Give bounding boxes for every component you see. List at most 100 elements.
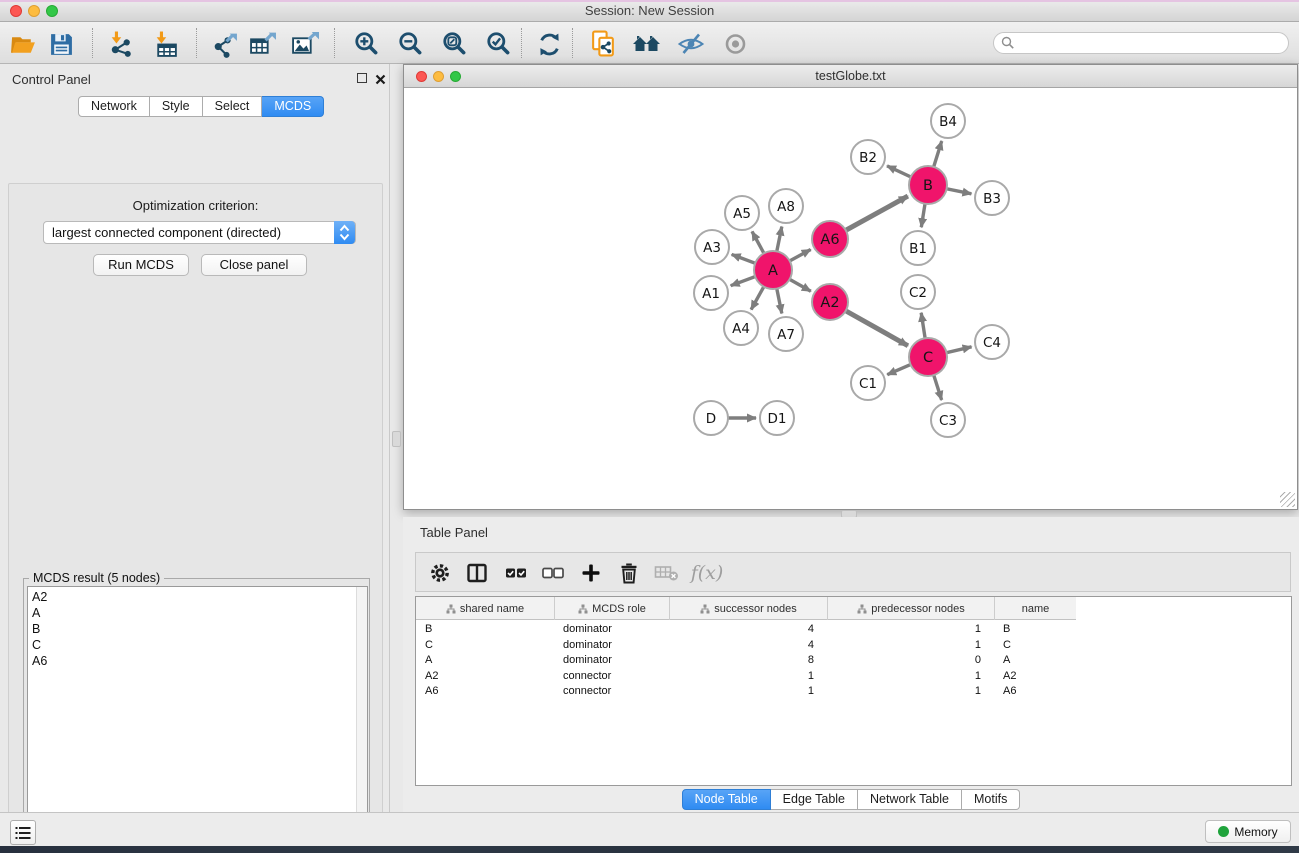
graph-node-B1[interactable]: B1	[901, 231, 935, 265]
graph-node-A1[interactable]: A1	[694, 276, 728, 310]
select-all-columns-icon[interactable]	[503, 560, 529, 586]
table-row-A6[interactable]: A6connector11A6	[416, 684, 1076, 700]
result-item-A[interactable]: A	[32, 605, 367, 621]
result-item-B[interactable]: B	[32, 621, 367, 637]
delete-columns-icon[interactable]	[616, 560, 642, 586]
column-header-predecessor-nodes[interactable]: predecessor nodes	[827, 597, 994, 620]
desktop-background-strip	[0, 846, 1299, 853]
optimization-criterion-dropdown[interactable]: largest connected component (directed)	[43, 221, 356, 244]
vertical-splitter-grip[interactable]	[392, 431, 401, 447]
create-column-icon[interactable]	[578, 560, 604, 586]
unselect-all-columns-icon[interactable]	[540, 560, 566, 586]
graph-node-A3[interactable]: A3	[695, 230, 729, 264]
graph-node-C1[interactable]: C1	[851, 366, 885, 400]
open-session-icon[interactable]	[8, 29, 38, 59]
zoom-selected-icon[interactable]	[484, 29, 514, 59]
network-canvas[interactable]: B4 B2 B B3 A8 A5 A6 A3 B1 A A1 C2 A2 A4 A7 C4 C C1 C3 D D1	[404, 88, 1297, 509]
table-header-row: shared nameMCDS rolesuccessor nodesprede…	[416, 597, 1076, 620]
tab-network[interactable]: Network	[78, 96, 150, 117]
network-window-titlebar[interactable]: testGlobe.txt	[404, 65, 1297, 88]
result-item-A6[interactable]: A6	[32, 653, 367, 669]
graph-node-C2[interactable]: C2	[901, 275, 935, 309]
result-item-C[interactable]: C	[32, 637, 367, 653]
graph-node-B2[interactable]: B2	[851, 140, 885, 174]
close-panel-button[interactable]: Close panel	[201, 254, 307, 276]
tab-style[interactable]: Style	[150, 96, 203, 117]
svg-text:C3: C3	[939, 413, 957, 429]
tab-select[interactable]: Select	[203, 96, 263, 117]
cell-successor_nodes: 1	[669, 684, 827, 700]
cell-name: A	[994, 653, 1076, 669]
tab-edge-table[interactable]: Edge Table	[771, 789, 858, 810]
dropdown-stepper-icon[interactable]	[334, 221, 355, 244]
graph-node-A4[interactable]: A4	[724, 311, 758, 345]
graph-node-A6[interactable]: A6	[812, 221, 848, 257]
tab-mcds[interactable]: MCDS	[262, 96, 324, 117]
table-row-A[interactable]: Adominator80A	[416, 653, 1076, 669]
svg-text:B4: B4	[939, 114, 957, 130]
table-panel-title: Table Panel	[420, 525, 488, 540]
import-network-icon[interactable]	[105, 29, 135, 59]
toolbar-separator	[334, 28, 335, 58]
show-columns-icon[interactable]	[464, 560, 490, 586]
graph-node-C[interactable]: C	[909, 338, 947, 376]
run-mcds-button[interactable]: Run MCDS	[93, 254, 189, 276]
show-hide-graphics-details-icon[interactable]	[676, 29, 706, 59]
dropdown-value: largest connected component (directed)	[52, 225, 281, 240]
cell-name: A6	[994, 684, 1076, 700]
export-table-icon[interactable]	[248, 29, 278, 59]
memory-status-icon	[1218, 826, 1229, 837]
svg-text:A8: A8	[777, 199, 795, 215]
graph-node-A2[interactable]: A2	[812, 284, 848, 320]
cell-successor_nodes: 8	[669, 653, 827, 669]
column-header-successor-nodes[interactable]: successor nodes	[669, 597, 827, 620]
column-header-name[interactable]: name	[994, 597, 1076, 620]
export-network-icon[interactable]	[210, 29, 240, 59]
column-header-MCDS-role[interactable]: MCDS role	[554, 597, 669, 620]
import-table-icon[interactable]	[150, 29, 180, 59]
window-resize-grip[interactable]	[1280, 492, 1295, 507]
zoom-out-icon[interactable]	[396, 29, 426, 59]
memory-button[interactable]: Memory	[1205, 820, 1291, 843]
tab-motifs[interactable]: Motifs	[962, 789, 1020, 810]
svg-text:A4: A4	[732, 321, 750, 337]
graph-node-C4[interactable]: C4	[975, 325, 1009, 359]
save-session-icon[interactable]	[46, 29, 76, 59]
graph-node-A5[interactable]: A5	[725, 196, 759, 230]
toolbar-separator	[521, 28, 522, 58]
zoom-in-icon[interactable]	[352, 29, 382, 59]
first-neighbors-icon[interactable]	[632, 29, 662, 59]
cell-successor_nodes: 4	[669, 638, 827, 654]
control-panel-tabs: NetworkStyleSelectMCDS	[78, 96, 324, 117]
memory-label: Memory	[1234, 825, 1277, 839]
task-history-button[interactable]	[10, 820, 36, 845]
update-view-icon[interactable]	[534, 29, 564, 59]
graph-node-B[interactable]: B	[909, 166, 947, 204]
graph-node-A[interactable]: A	[754, 251, 792, 289]
float-panel-icon[interactable]	[357, 73, 367, 83]
column-header-shared-name[interactable]: shared name	[416, 597, 554, 620]
graph-node-B4[interactable]: B4	[931, 104, 965, 138]
tab-node-table[interactable]: Node Table	[682, 789, 771, 810]
graph-node-D1[interactable]: D1	[760, 401, 794, 435]
duplicate-network-icon[interactable]	[588, 29, 618, 59]
fit-content-icon[interactable]	[440, 29, 470, 59]
table-row-A2[interactable]: A2connector11A2	[416, 669, 1076, 685]
mcds-tab-content: Optimization criterion: largest connecte…	[8, 183, 383, 853]
graph-node-A8[interactable]: A8	[769, 189, 803, 223]
svg-text:A: A	[768, 263, 778, 279]
tab-network-table[interactable]: Network Table	[858, 789, 962, 810]
graph-node-B3[interactable]: B3	[975, 181, 1009, 215]
table-options-icon[interactable]	[427, 560, 453, 586]
table-row-B[interactable]: Bdominator41B	[416, 622, 1076, 638]
search-input[interactable]	[993, 32, 1289, 54]
cell-shared_name: B	[416, 622, 554, 638]
graph-node-C3[interactable]: C3	[931, 403, 965, 437]
svg-text:D: D	[706, 411, 716, 427]
export-image-icon[interactable]	[290, 29, 320, 59]
graph-node-D[interactable]: D	[694, 401, 728, 435]
result-item-A2[interactable]: A2	[32, 589, 367, 605]
close-panel-icon[interactable]	[375, 72, 386, 90]
table-row-C[interactable]: Cdominator41C	[416, 638, 1076, 654]
graph-node-A7[interactable]: A7	[769, 317, 803, 351]
